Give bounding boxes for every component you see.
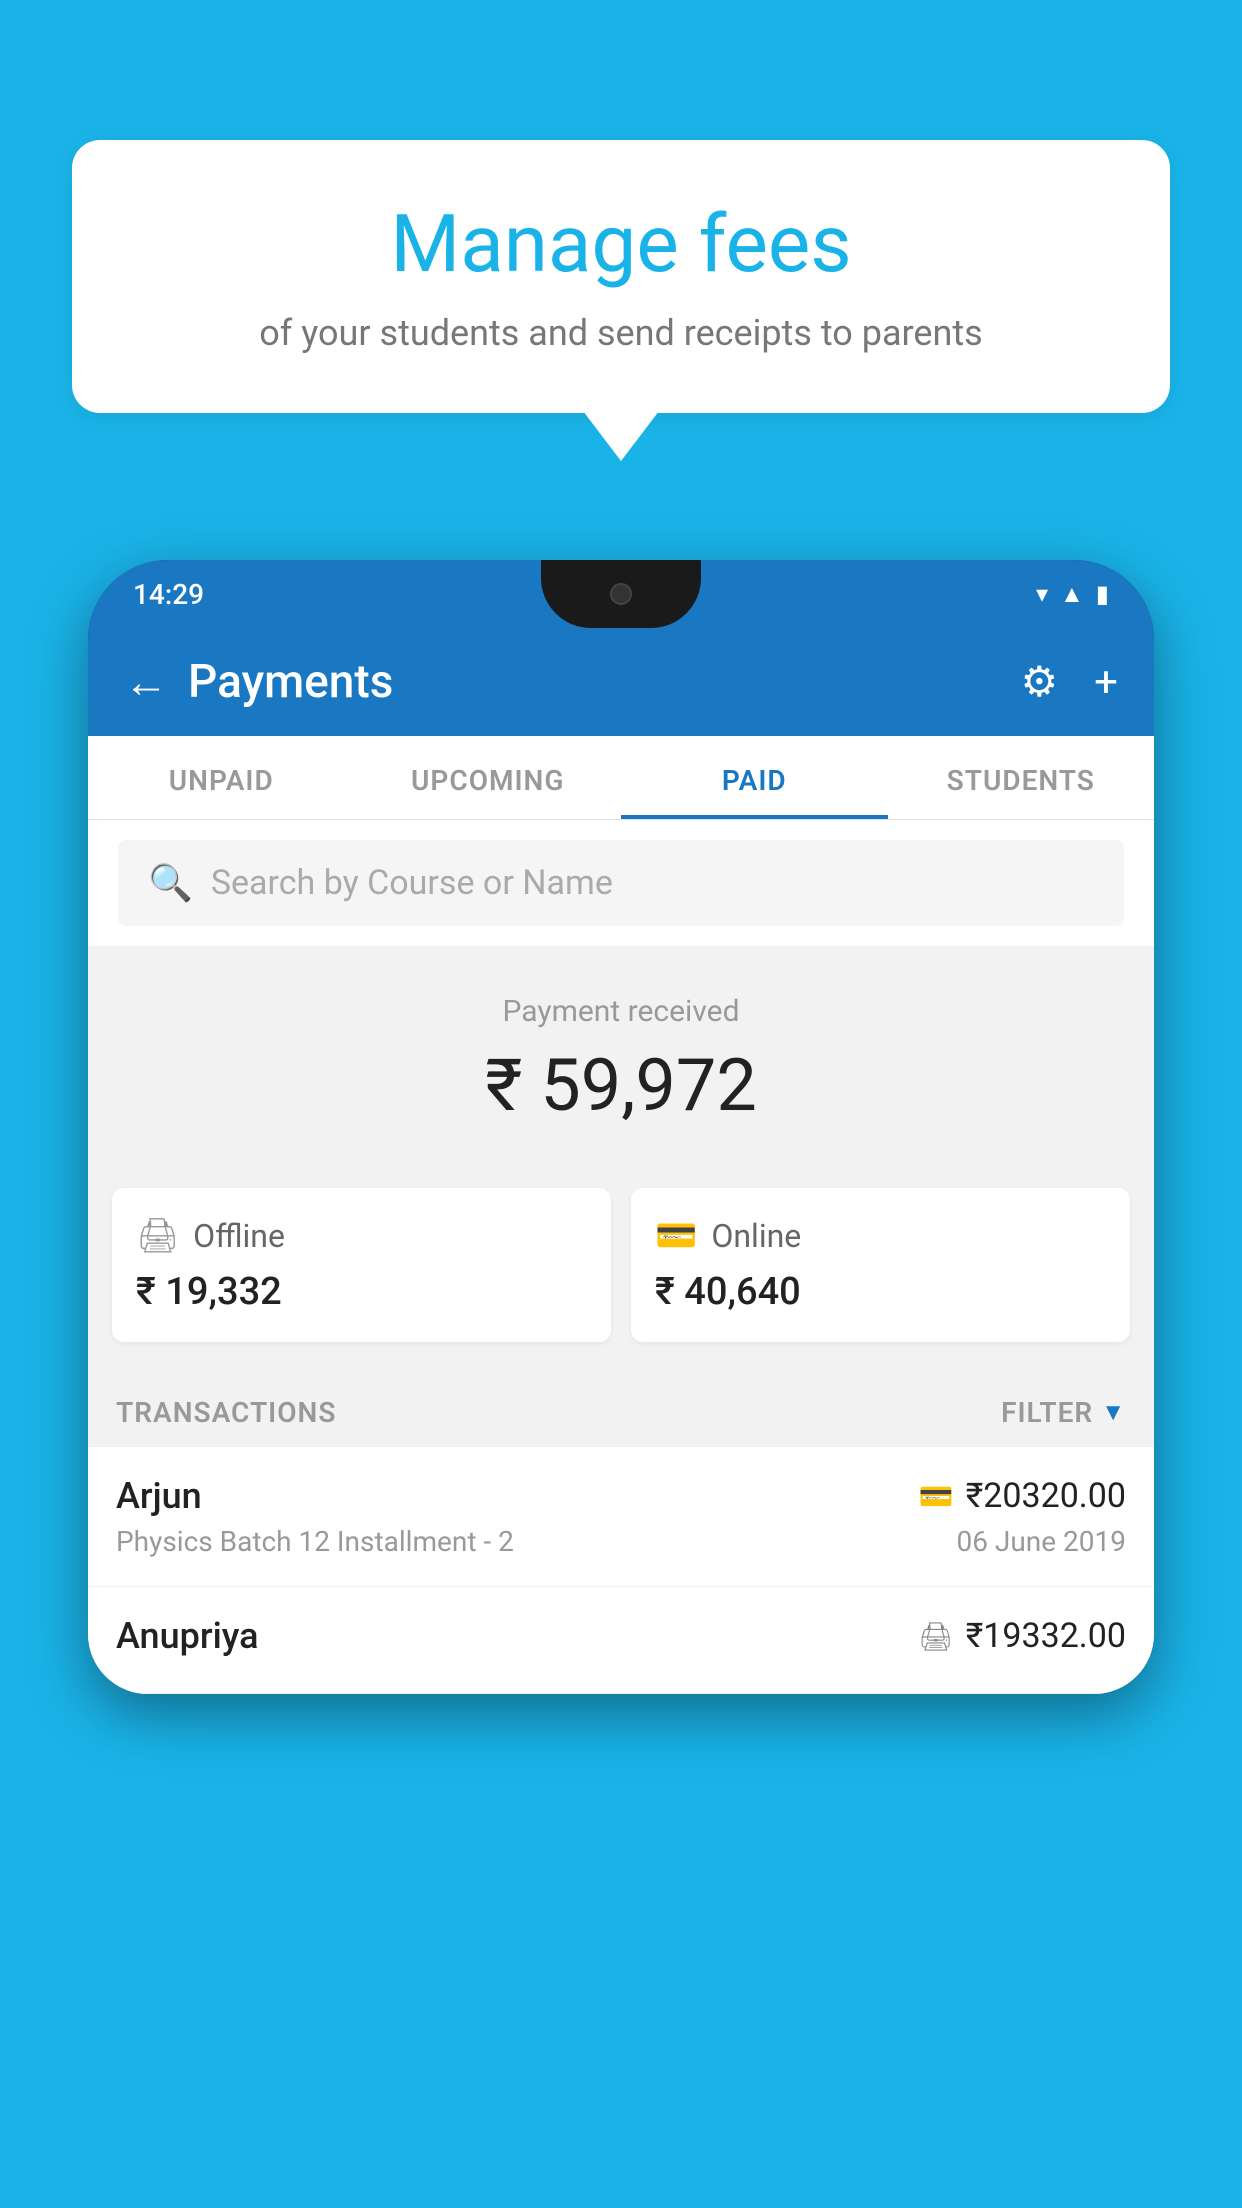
phone-screen: 🔍 Search by Course or Name Payment recei… bbox=[88, 820, 1154, 1694]
payment-amount: ₹ 59,972 bbox=[118, 1043, 1124, 1128]
battery-icon: ▮ bbox=[1096, 580, 1109, 608]
offline-label: Offline bbox=[193, 1217, 285, 1255]
phone-wrapper: 14:29 ▾ ▲ ▮ ← Payments ⚙ + UNPAID UPCOMI… bbox=[88, 560, 1154, 2208]
card-payment-icon: 💳 bbox=[919, 1480, 954, 1513]
speech-bubble: Manage fees of your students and send re… bbox=[72, 140, 1170, 413]
transaction-detail: Physics Batch 12 Installment - 2 bbox=[116, 1525, 514, 1558]
online-label: Online bbox=[711, 1217, 801, 1255]
speech-bubble-container: Manage fees of your students and send re… bbox=[72, 140, 1170, 413]
transaction-amount-wrapper: 💳 ₹20320.00 bbox=[919, 1476, 1126, 1516]
transaction-row[interactable]: Arjun 💳 ₹20320.00 Physics Batch 12 Insta… bbox=[88, 1447, 1154, 1587]
transaction-amount: ₹20320.00 bbox=[966, 1476, 1126, 1516]
app-header: ← Payments ⚙ + bbox=[88, 628, 1154, 736]
transaction-date: 06 June 2019 bbox=[956, 1525, 1126, 1558]
tab-paid[interactable]: PAID bbox=[621, 736, 888, 819]
transactions-label: TRANSACTIONS bbox=[116, 1396, 336, 1429]
transaction-top: Arjun 💳 ₹20320.00 bbox=[116, 1475, 1126, 1517]
payment-cards: 🖨 Offline ₹ 19,332 💳 Online ₹ 40,640 bbox=[88, 1188, 1154, 1372]
page-title: Payments bbox=[188, 655, 1001, 709]
transactions-header: TRANSACTIONS FILTER ▼ bbox=[88, 1372, 1154, 1447]
transaction-top: Anupriya 🖨 ₹19332.00 bbox=[116, 1615, 1126, 1657]
transaction-name: Arjun bbox=[116, 1475, 202, 1517]
offline-icon: 🖨 bbox=[136, 1216, 179, 1256]
search-placeholder: Search by Course or Name bbox=[211, 863, 613, 903]
status-time: 14:29 bbox=[133, 578, 204, 611]
payment-summary: Payment received ₹ 59,972 bbox=[88, 954, 1154, 1188]
transaction-amount: ₹19332.00 bbox=[966, 1616, 1126, 1656]
offline-amount: ₹ 19,332 bbox=[136, 1270, 587, 1314]
bubble-subtitle: of your students and send receipts to pa… bbox=[122, 308, 1120, 358]
status-icons: ▾ ▲ ▮ bbox=[1036, 580, 1109, 609]
signal-icon: ▲ bbox=[1060, 580, 1084, 609]
transaction-bottom: Physics Batch 12 Installment - 2 06 June… bbox=[116, 1525, 1126, 1558]
phone-frame: 14:29 ▾ ▲ ▮ ← Payments ⚙ + UNPAID UPCOMI… bbox=[88, 560, 1154, 1694]
filter-button[interactable]: FILTER ▼ bbox=[1001, 1396, 1126, 1429]
transaction-amount-wrapper: 🖨 ₹19332.00 bbox=[918, 1616, 1126, 1656]
tab-unpaid[interactable]: UNPAID bbox=[88, 736, 355, 819]
bubble-title: Manage fees bbox=[122, 200, 1120, 288]
online-icon: 💳 bbox=[655, 1216, 697, 1256]
tab-students[interactable]: STUDENTS bbox=[888, 736, 1155, 819]
search-icon: 🔍 bbox=[148, 862, 193, 904]
search-bar-container: 🔍 Search by Course or Name bbox=[88, 820, 1154, 946]
wifi-icon: ▾ bbox=[1036, 580, 1048, 608]
transaction-name: Anupriya bbox=[116, 1615, 259, 1657]
status-bar: 14:29 ▾ ▲ ▮ bbox=[88, 560, 1154, 628]
header-actions: ⚙ + bbox=[1021, 657, 1119, 707]
online-payment-card: 💳 Online ₹ 40,640 bbox=[631, 1188, 1130, 1342]
tabs-bar: UNPAID UPCOMING PAID STUDENTS bbox=[88, 736, 1154, 820]
offline-payment-icon: 🖨 bbox=[918, 1620, 954, 1653]
online-card-header: 💳 Online bbox=[655, 1216, 1106, 1256]
settings-icon[interactable]: ⚙ bbox=[1021, 657, 1059, 707]
online-amount: ₹ 40,640 bbox=[655, 1270, 1106, 1314]
camera-dot bbox=[610, 583, 632, 605]
payment-received-label: Payment received bbox=[118, 994, 1124, 1029]
offline-payment-card: 🖨 Offline ₹ 19,332 bbox=[112, 1188, 611, 1342]
tab-upcoming[interactable]: UPCOMING bbox=[355, 736, 622, 819]
transaction-row[interactable]: Anupriya 🖨 ₹19332.00 bbox=[88, 1587, 1154, 1694]
offline-card-header: 🖨 Offline bbox=[136, 1216, 587, 1256]
filter-text: FILTER bbox=[1001, 1396, 1093, 1429]
back-button[interactable]: ← bbox=[124, 656, 168, 708]
notch bbox=[541, 560, 701, 628]
filter-icon: ▼ bbox=[1101, 1398, 1126, 1427]
search-bar[interactable]: 🔍 Search by Course or Name bbox=[118, 840, 1124, 926]
add-button[interactable]: + bbox=[1094, 658, 1118, 707]
